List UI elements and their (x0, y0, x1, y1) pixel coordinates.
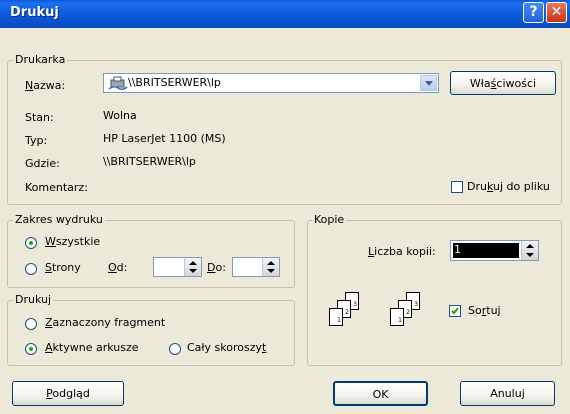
printer-dropdown-button[interactable] (420, 75, 437, 91)
entire-workbook-label[interactable]: Cały skoroszyt (187, 341, 266, 354)
copies-spin-buttons[interactable] (521, 241, 538, 260)
spin-up-icon (526, 244, 534, 248)
copies-legend: Kopie (312, 213, 347, 226)
range-all-label[interactable]: Wszystkie (45, 235, 100, 248)
to-label: Do: (207, 261, 226, 274)
to-spinner[interactable] (232, 257, 280, 277)
print-range-group (7, 220, 295, 288)
where-value: \\BRITSERWER\lp (103, 155, 196, 168)
printer-group-legend: Drukarka (13, 53, 68, 66)
page-1: 1 (390, 308, 404, 326)
range-all-radio[interactable] (25, 237, 37, 249)
to-spin-buttons[interactable] (262, 258, 279, 276)
print-what-group (7, 300, 295, 366)
where-label: Gdzie: (25, 157, 60, 170)
type-label: Typ: (25, 134, 48, 147)
help-button[interactable]: ? (523, 2, 544, 23)
active-sheets-radio[interactable] (25, 343, 37, 355)
range-pages-label[interactable]: Strony (45, 261, 81, 274)
collate-stack-icon-2: 3 2 1 (390, 292, 430, 334)
window-title: Drukuj (10, 5, 59, 20)
copies-count-label: Liczba kopii: (368, 245, 436, 258)
status-label: Stan: (25, 111, 54, 124)
spin-down-icon (267, 269, 275, 273)
chevron-down-icon (424, 81, 433, 86)
comment-label: Komentarz: (25, 181, 88, 194)
printer-name-label: Nazwa: (25, 79, 66, 92)
spin-down-icon (189, 269, 197, 273)
printer-icon (108, 76, 128, 93)
title-bar[interactable] (0, 0, 570, 28)
page-1: 1 (329, 308, 343, 326)
spin-up-icon (267, 261, 275, 265)
properties-button[interactable]: Właściwości (450, 71, 556, 95)
preview-button[interactable]: Podgląd (12, 381, 124, 406)
selection-radio[interactable] (25, 318, 37, 330)
active-sheets-label[interactable]: Aktywne arkusze (45, 341, 139, 354)
print-what-legend: Drukuj (13, 293, 54, 306)
spin-up-icon (189, 261, 197, 265)
collate-stack-icon: 3 2 1 (329, 292, 369, 334)
type-value: HP LaserJet 1100 (MS) (103, 132, 226, 145)
range-pages-radio[interactable] (25, 263, 37, 275)
checkmark-icon (451, 307, 459, 315)
print-to-file-label[interactable]: Drukuj do pliku (467, 180, 550, 193)
from-spinner[interactable] (153, 257, 202, 277)
spin-down-icon (526, 253, 534, 257)
printer-name-combobox[interactable]: \\BRITSERWER\lp (103, 73, 439, 93)
entire-workbook-radio[interactable] (169, 343, 181, 355)
cancel-button[interactable]: Anuluj (460, 381, 555, 406)
from-label: Od: (108, 261, 128, 274)
copies-count-value: 1 (454, 243, 461, 256)
status-value: Wolna (103, 109, 137, 122)
print-to-file-checkbox[interactable] (451, 181, 463, 193)
selection-label[interactable]: Zaznaczony fragment (45, 316, 165, 329)
print-range-legend: Zakres wydruku (13, 213, 105, 226)
copies-count-spinner[interactable]: 1 (450, 240, 539, 261)
ok-button[interactable]: OK (333, 381, 428, 406)
printer-name-value: \\BRITSERWER\lp (128, 76, 221, 89)
collate-label[interactable]: Sortuj (468, 304, 501, 317)
collate-checkbox[interactable] (449, 305, 461, 317)
close-button[interactable]: ✕ (546, 2, 567, 23)
copies-count-selection (453, 243, 519, 258)
from-spin-buttons[interactable] (184, 258, 201, 276)
